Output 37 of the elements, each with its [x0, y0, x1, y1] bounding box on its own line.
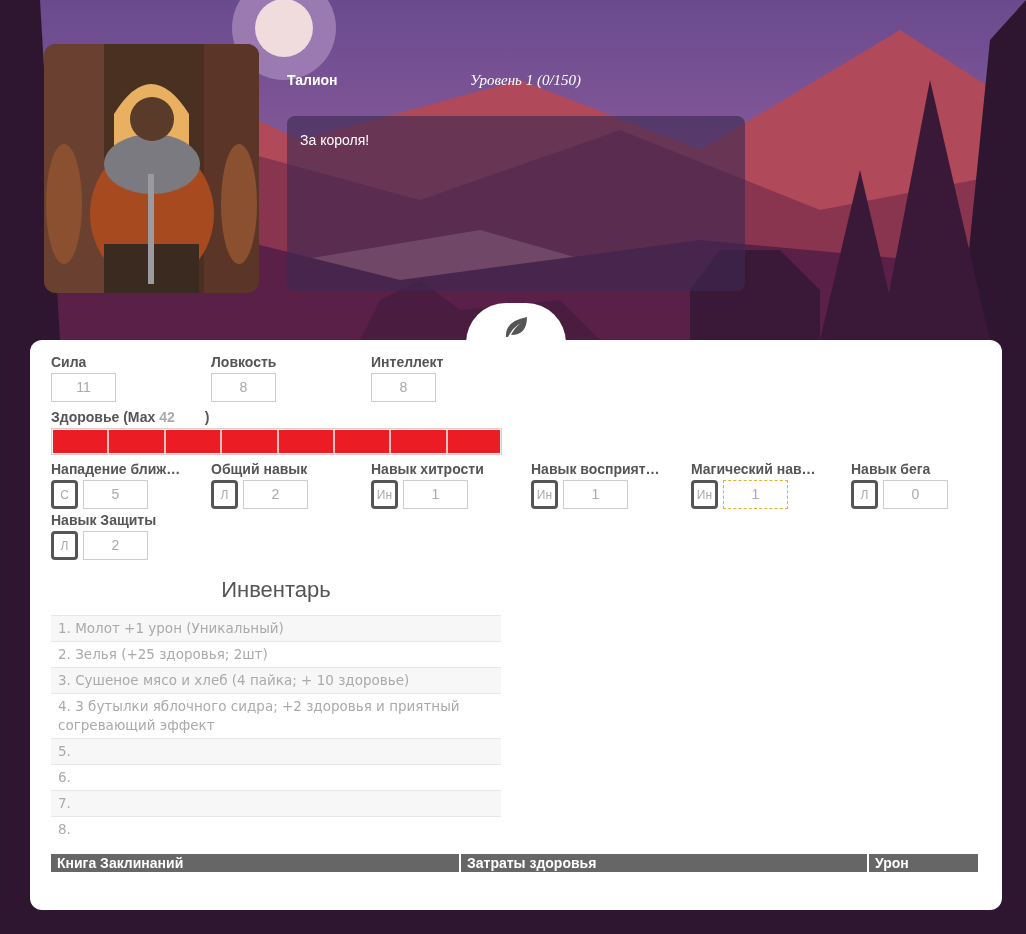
stat-label: Сила [51, 354, 88, 370]
column-header: Книга Заклинаний [56, 854, 185, 872]
column-header: Затраты здоровья [459, 854, 867, 872]
skill-label: Общий навык [211, 461, 309, 477]
stat-field[interactable]: 8 [371, 373, 436, 402]
inventory-item[interactable]: 7. [51, 790, 501, 816]
attribute-badge[interactable]: Л [51, 531, 78, 560]
skill-label: Магический нав… [691, 461, 817, 477]
stat-label: Ловкость [211, 354, 278, 370]
skill-field[interactable]: 2 [83, 531, 148, 560]
attribute-badge[interactable]: Л [211, 480, 238, 509]
column-header: Урон [867, 854, 978, 872]
inventory-item[interactable]: 5. [51, 738, 501, 764]
skill-label: Навык хитрости [371, 461, 485, 477]
stat-field[interactable]: 8 [211, 373, 276, 402]
attribute-badge[interactable]: Ин [691, 480, 718, 509]
skill-field[interactable]: 1 [723, 480, 788, 509]
attribute-badge[interactable]: Ин [531, 480, 558, 509]
inventory-item[interactable]: 8. [51, 816, 501, 842]
skill-label: Нападение ближ… [51, 461, 182, 477]
skill-field[interactable]: 1 [403, 480, 468, 509]
attribute-badge[interactable]: Л [851, 480, 878, 509]
inventory-item[interactable]: 3. Сушеное мясо и хлеб (4 пайка; + 10 здоровье) [51, 667, 501, 693]
stat-label: Интеллект [371, 354, 445, 370]
stat-field[interactable]: 11 [51, 373, 116, 402]
inventory-title: Инвентарь [220, 577, 332, 603]
skill-label: Навык Защиты [51, 512, 158, 528]
skill-label: Навык бега [851, 461, 932, 477]
health-label: Здоровье (Мах 42 ) [51, 409, 211, 425]
skill-field[interactable]: 2 [243, 480, 308, 509]
inventory-item[interactable]: 1. Молот +1 урон (Уникальный) [51, 615, 501, 641]
attribute-badge[interactable]: С [51, 480, 78, 509]
skill-field[interactable]: 0 [883, 480, 948, 509]
skill-field[interactable]: 1 [563, 480, 628, 509]
attribute-badge[interactable]: Ин [371, 480, 398, 509]
skill-field[interactable]: 5 [83, 480, 148, 509]
skill-label: Навык восприят… [531, 461, 661, 477]
